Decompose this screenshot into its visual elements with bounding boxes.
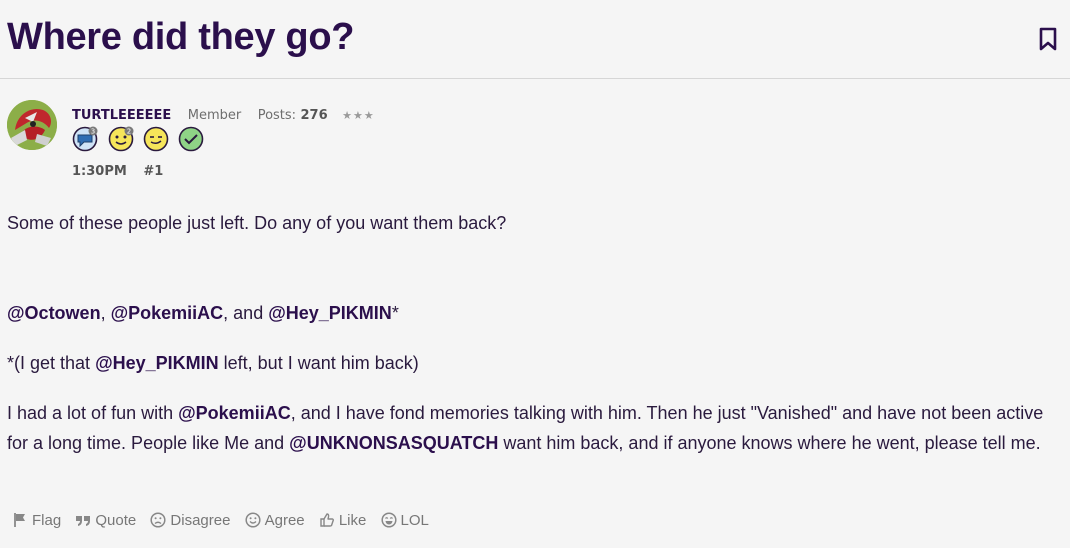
text-span: *(I get that xyxy=(7,353,96,373)
text-span: I had a lot of fun with xyxy=(7,403,179,423)
user-role: Member xyxy=(187,108,242,123)
badge-count: 2 xyxy=(127,128,131,136)
smile-face-badge-icon[interactable]: 2 xyxy=(108,126,134,152)
post-number[interactable]: #1 xyxy=(143,164,163,179)
thumbs-up-icon xyxy=(320,513,334,527)
post-paragraph: @Octowen, @PokemiiAC, and @Hey_PIKMIN* xyxy=(7,298,1057,328)
mention-link[interactable]: @Hey_PIKMIN xyxy=(95,353,219,373)
post-author-info: TURTLEEEEEE Member Posts: 276 ★★★ xyxy=(72,106,375,124)
disagree-button[interactable]: Disagree xyxy=(150,512,230,529)
post-paragraph: I had a lot of fun with @PokemiiAC, and … xyxy=(7,398,1057,458)
mention-link[interactable]: @Hey_PIKMIN xyxy=(268,303,392,323)
avatar-image-icon xyxy=(7,100,57,150)
flag-icon xyxy=(14,513,25,527)
wink-face-badge-icon[interactable] xyxy=(143,126,169,152)
post-meta: 1:30PM #1 xyxy=(72,164,163,179)
frown-icon xyxy=(150,512,166,528)
mention-link[interactable]: @PokemiiAC xyxy=(178,403,291,423)
agree-button[interactable]: Agree xyxy=(245,512,305,529)
agree-label: Agree xyxy=(264,512,305,529)
avatar[interactable] xyxy=(7,100,57,150)
bookmark-icon[interactable] xyxy=(1038,27,1058,51)
lol-button[interactable]: LOL xyxy=(380,512,429,529)
speech-bubble-badge-icon[interactable]: 3 xyxy=(72,126,98,152)
post-time[interactable]: 1:30PM xyxy=(72,164,127,179)
text-span: want him back, and if anyone knows where… xyxy=(498,433,1041,453)
mention-link[interactable]: @Octowen xyxy=(7,303,101,323)
quote-button[interactable]: Quote xyxy=(75,512,136,529)
thread-header: Where did they go? xyxy=(0,0,1070,79)
flag-label: Flag xyxy=(32,512,62,529)
text-span: , and xyxy=(223,303,269,323)
username-link[interactable]: TURTLEEEEEE xyxy=(72,108,171,123)
post-body: Some of these people just left. Do any o… xyxy=(7,208,1057,458)
quote-icon xyxy=(76,516,91,526)
text-span: left, but I want him back) xyxy=(218,353,419,373)
text-span: , xyxy=(100,303,111,323)
disagree-label: Disagree xyxy=(170,512,231,529)
check-badge-icon[interactable] xyxy=(178,126,204,152)
laugh-icon xyxy=(380,512,397,528)
quote-label: Quote xyxy=(95,512,137,529)
smile-icon xyxy=(245,512,261,528)
flag-button[interactable]: Flag xyxy=(12,512,61,529)
text-span: * xyxy=(391,303,399,323)
like-label: Like xyxy=(338,512,367,529)
mention-link[interactable]: @UNKNONSASQUATCH xyxy=(289,433,498,453)
posts-label: Posts: xyxy=(257,108,297,123)
like-button[interactable]: Like xyxy=(319,512,367,529)
post-paragraph: *(I get that @Hey_PIKMIN left, but I wan… xyxy=(7,348,1057,378)
lol-label: LOL xyxy=(400,512,429,529)
mention-link[interactable]: @PokemiiAC xyxy=(111,303,224,323)
post-actions: Flag Quote Disagree Agree Like LOL xyxy=(12,512,439,534)
thread-title: Where did they go? xyxy=(7,16,355,58)
rank-stars: ★★★ xyxy=(342,109,375,122)
posts-count: 276 xyxy=(300,108,328,123)
post-paragraph: Some of these people just left. Do any o… xyxy=(7,213,507,233)
badge-count: 3 xyxy=(91,128,95,136)
